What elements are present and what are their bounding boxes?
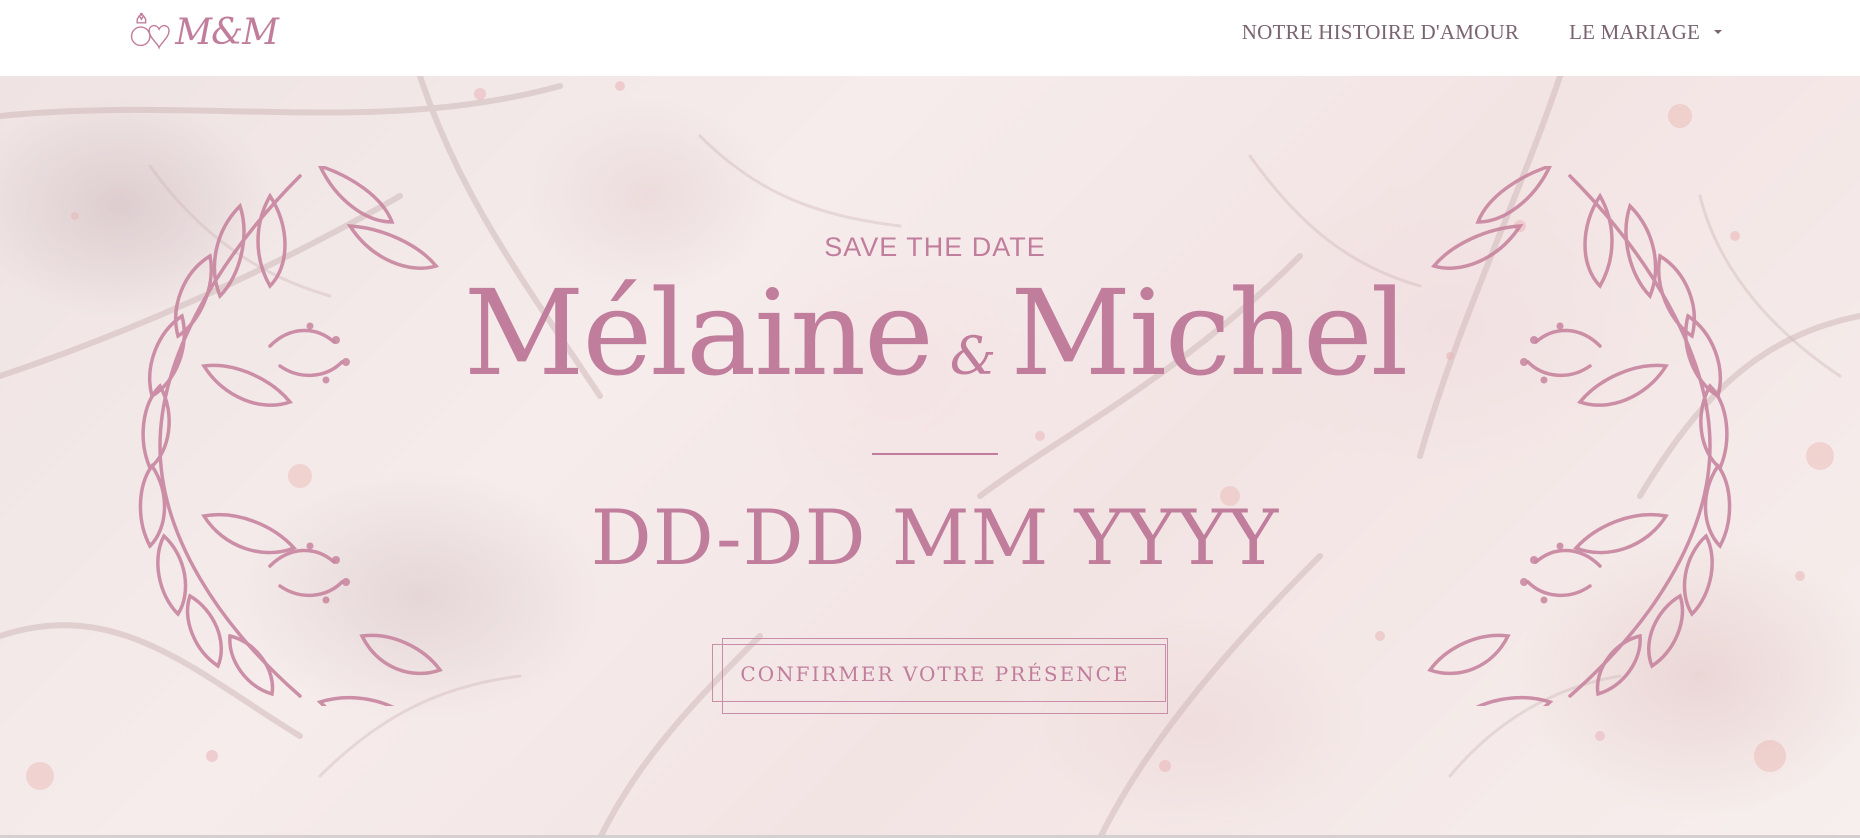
logo-link[interactable]: M&M xyxy=(128,2,279,62)
save-the-date-label: SAVE THE DATE xyxy=(824,232,1046,262)
hero-section: SAVE THE DATE Mélaine & Michel DD-DD MM YY… xyxy=(0,76,1860,838)
nav-link-love-story[interactable]: NOTRE HISTOIRE D'AMOUR xyxy=(1242,20,1519,45)
rsvp-button[interactable]: CONFIRMER VOTRE PRÉSENCE xyxy=(712,638,1168,714)
logo-text: M&M xyxy=(175,11,279,53)
nav-link-wedding[interactable]: LE MARIAGE xyxy=(1569,20,1700,45)
ampersand: & xyxy=(949,327,997,387)
rsvp-button-label[interactable]: CONFIRMER VOTRE PRÉSENCE xyxy=(712,662,1158,686)
main-nav: NOTRE HISTOIRE D'AMOUR LE MARIAGE xyxy=(1242,0,1722,64)
caret-down-icon[interactable] xyxy=(1714,30,1722,34)
bride-name: Mélaine xyxy=(463,264,934,402)
couple-names: Mélaine & Michel xyxy=(0,274,1860,392)
navbar: M&M NOTRE HISTOIRE D'AMOUR LE MARIAGE xyxy=(0,0,1860,76)
wedding-date: DD-DD MM YYYY xyxy=(590,493,1280,582)
nav-dropdown-wedding[interactable]: LE MARIAGE xyxy=(1569,20,1722,45)
groom-name: Michel xyxy=(1010,264,1408,402)
rings-heart-icon xyxy=(130,12,170,50)
title-divider xyxy=(872,453,998,455)
